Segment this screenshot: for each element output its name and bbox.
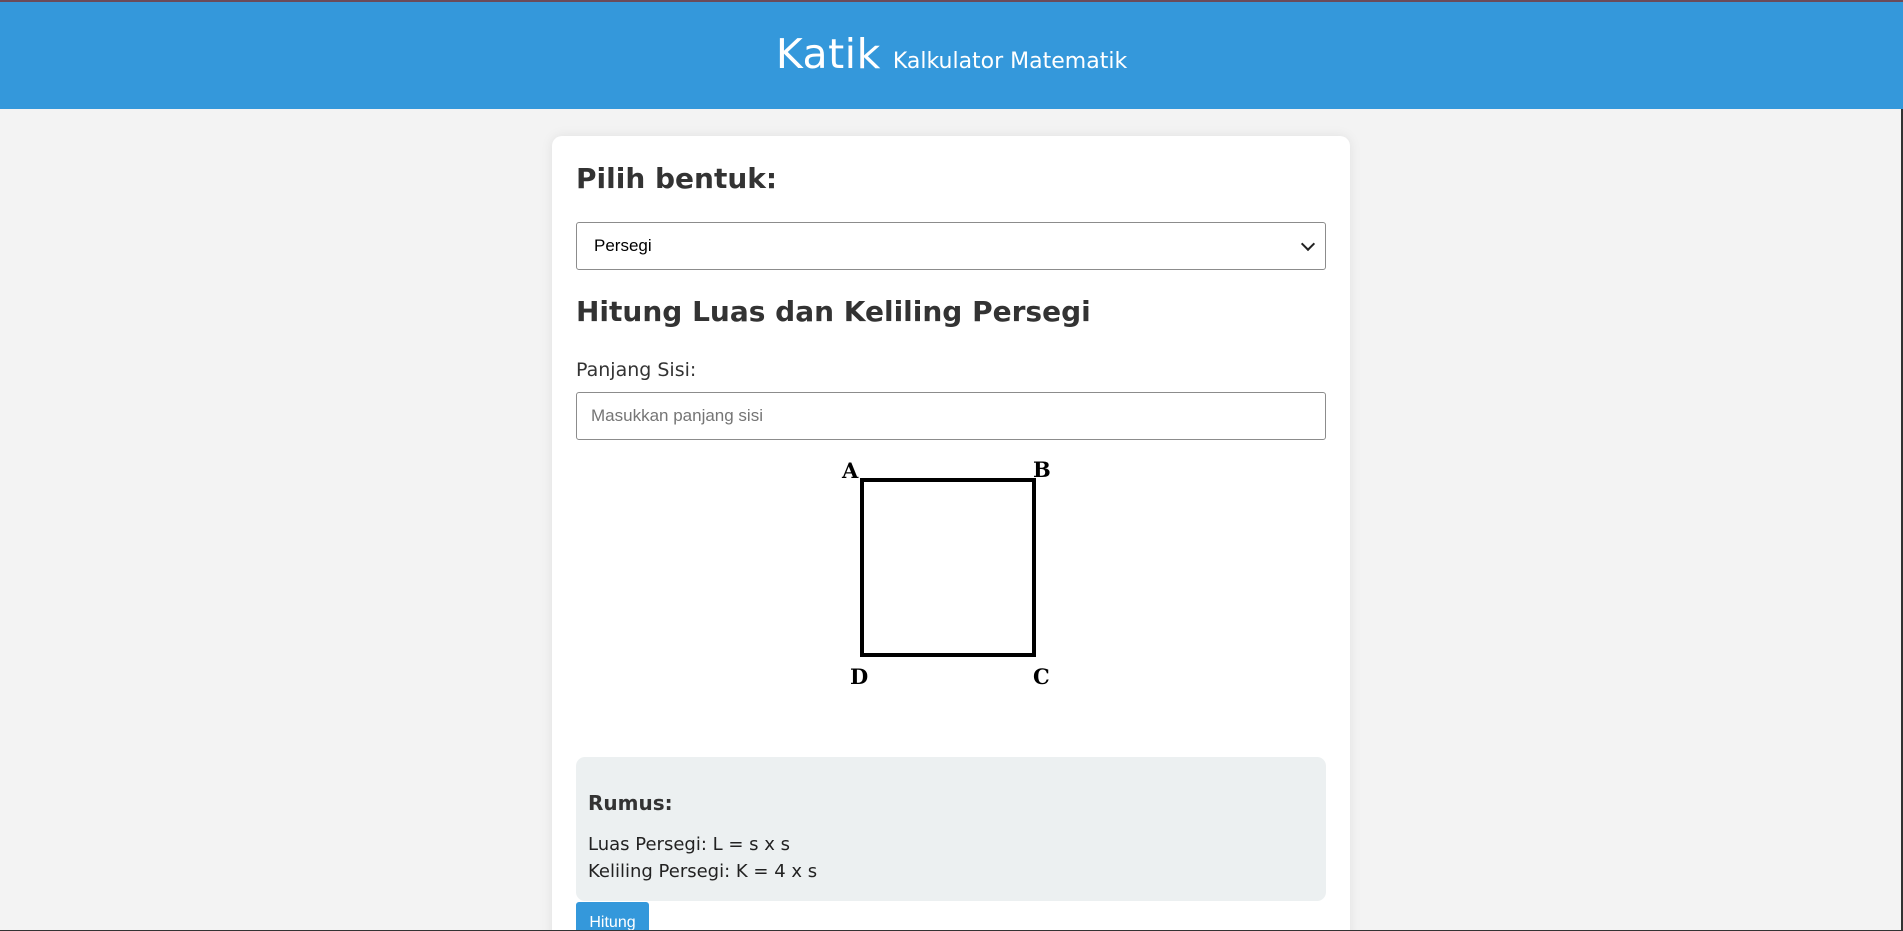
square-diagram-svg: A B C D: [841, 457, 1051, 689]
card-content: Pilih bentuk: Persegi Hitung Luas dan Ke…: [552, 136, 1350, 740]
shape-select[interactable]: Persegi: [576, 222, 1326, 270]
side-length-label: Panjang Sisi:: [576, 359, 697, 381]
calculate-button[interactable]: Hitung: [576, 902, 649, 931]
formula-title: Rumus:: [588, 791, 673, 815]
square-diagram: A B C D: [576, 440, 1326, 740]
top-header: Katik Kalkulator Matematik: [0, 2, 1903, 109]
vertex-label-b: B: [1033, 457, 1051, 482]
brand-subtitle: Kalkulator Matematik: [892, 48, 1128, 74]
brand: Katik Kalkulator Matematik: [776, 30, 1127, 78]
calculation-heading: Hitung Luas dan Keliling Persegi: [576, 295, 1091, 328]
square-shape: [860, 478, 1036, 657]
shape-select-value: Persegi: [594, 236, 652, 255]
chevron-down-icon: [1300, 236, 1316, 251]
vertex-label-d: D: [850, 664, 868, 689]
brand-name: Katik: [775, 29, 881, 78]
vertex-label-c: C: [1033, 664, 1050, 689]
vertex-label-a: A: [841, 458, 859, 483]
calculator-card: Pilih bentuk: Persegi Hitung Luas dan Ke…: [552, 136, 1350, 931]
area-formula: Luas Persegi: L = s x s: [588, 834, 791, 855]
formula-box: Rumus: Luas Persegi: L = s x s Keliling …: [576, 757, 1326, 901]
page: Katik Kalkulator Matematik Pilih bentuk:…: [0, 0, 1903, 931]
choose-shape-heading: Pilih bentuk:: [576, 162, 778, 195]
perimeter-formula: Keliling Persegi: K = 4 x s: [588, 861, 818, 882]
side-length-input[interactable]: [576, 392, 1326, 440]
